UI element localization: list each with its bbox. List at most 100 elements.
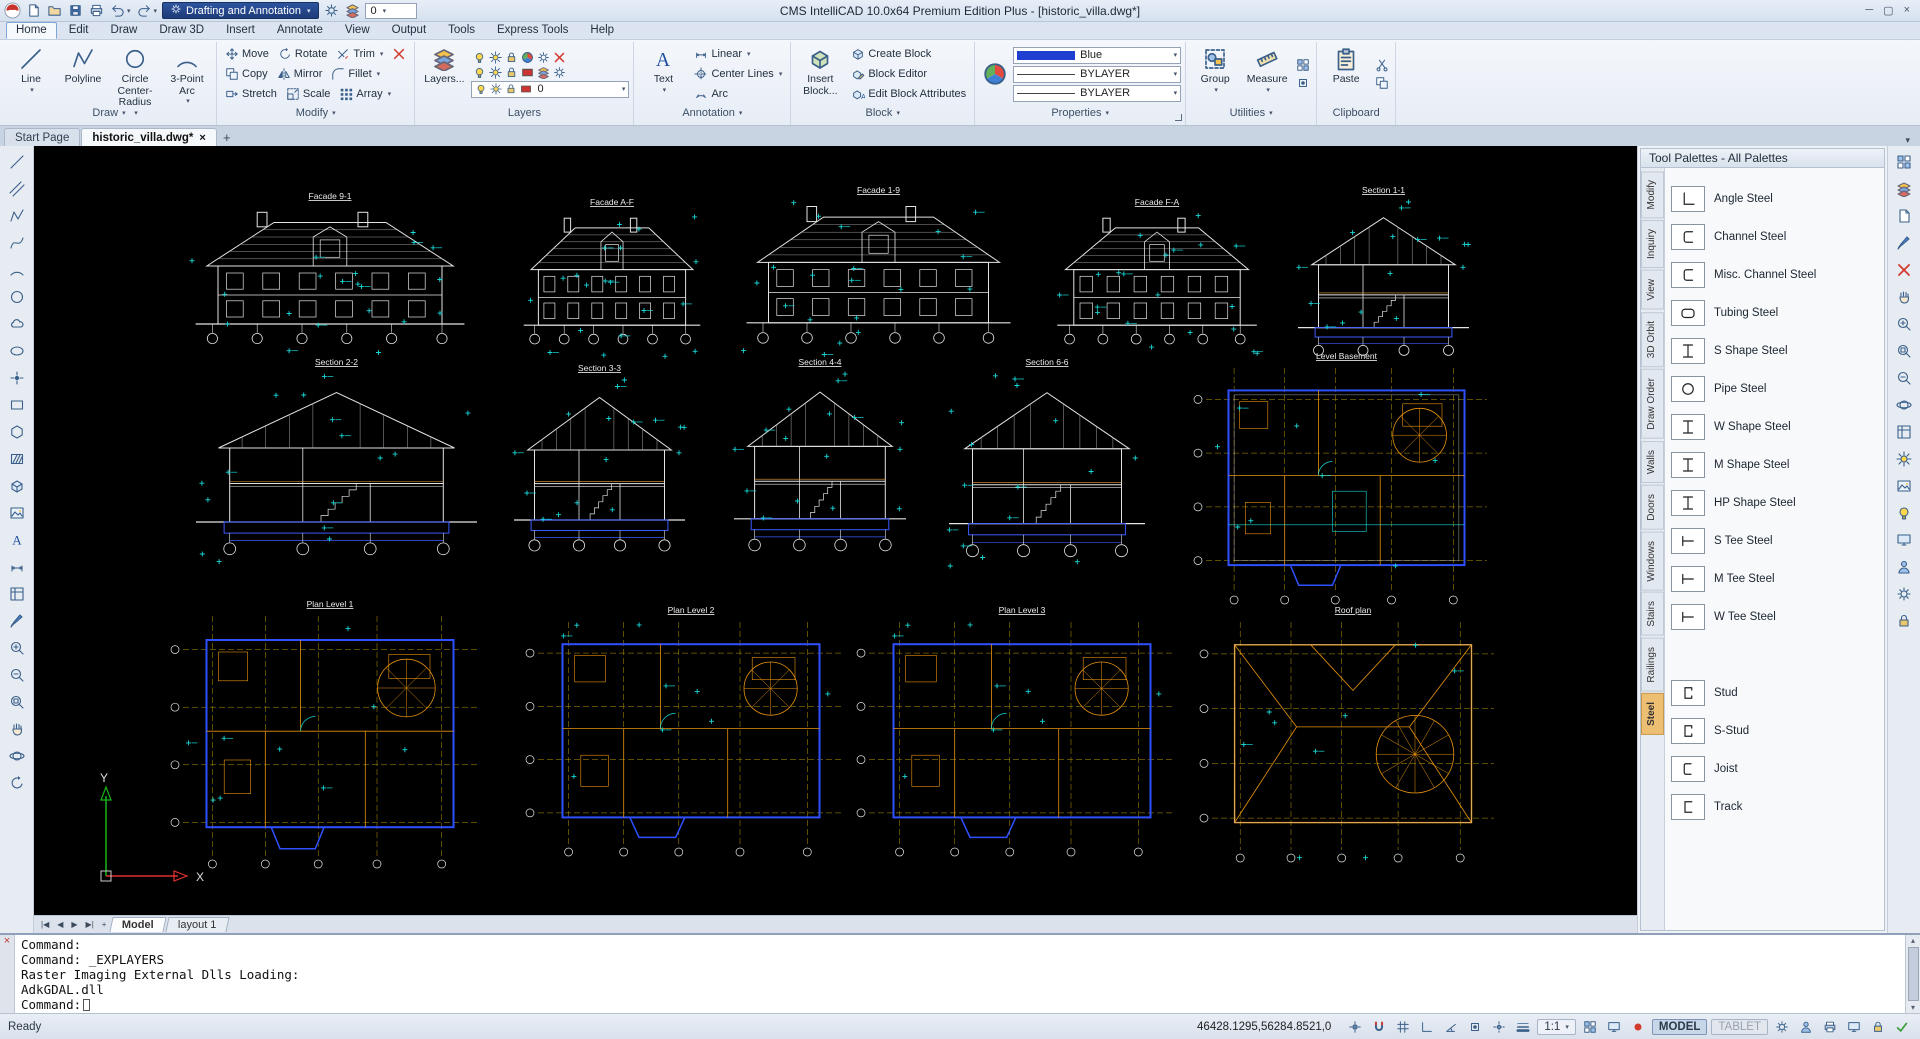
- redo-button[interactable]: ▾: [135, 2, 160, 19]
- dimension-tool[interactable]: [4, 554, 30, 579]
- polar-icon[interactable]: [1441, 1017, 1461, 1037]
- ribbon-button-create-block[interactable]: Create Block: [847, 45, 935, 64]
- command-scrollbar[interactable]: ▴ ▾: [1905, 935, 1920, 1013]
- ribbon-button-block-editor[interactable]: Block Editor: [847, 65, 931, 84]
- palette-item-misc-channel-steel[interactable]: Misc. Channel Steel: [1671, 256, 1878, 294]
- scroll-down-icon[interactable]: ▾: [1911, 1003, 1915, 1012]
- panel-properties-panel[interactable]: [1891, 149, 1917, 174]
- panel-render[interactable]: [1891, 446, 1917, 471]
- ribbon-button-trim[interactable]: Trim ▾: [332, 45, 387, 64]
- linetype-combo[interactable]: BYLAYER ▾: [1013, 65, 1182, 83]
- circle-tool[interactable]: [4, 284, 30, 309]
- palette-tab-modify[interactable]: Modify: [1641, 171, 1664, 219]
- lineweight-combo[interactable]: BYLAYER ▾: [1013, 84, 1182, 102]
- ribbon-button-text[interactable]: A Text ▾: [638, 43, 688, 105]
- palette-item-m-tee-steel[interactable]: M Tee Steel: [1671, 560, 1878, 598]
- ribbon-button-scale[interactable]: Scale: [282, 85, 335, 104]
- text-tool[interactable]: A: [4, 527, 30, 552]
- sheet-tab-layout-1[interactable]: layout 1: [165, 917, 230, 932]
- gear-icon[interactable]: [537, 51, 550, 64]
- palette-item-w-tee-steel[interactable]: W Tee Steel: [1671, 598, 1878, 636]
- palette-item-track[interactable]: Track: [1671, 788, 1878, 826]
- new-button[interactable]: [24, 2, 43, 19]
- panel-sheet-set-manager[interactable]: [1891, 203, 1917, 228]
- table-tool[interactable]: [4, 581, 30, 606]
- palette-tab-3d-orbit[interactable]: 3D Orbit: [1641, 311, 1664, 368]
- swatch-icon[interactable]: [521, 66, 534, 79]
- clean-screen-icon[interactable]: [1844, 1017, 1864, 1037]
- palette-tab-steel[interactable]: Steel: [1641, 693, 1664, 736]
- ribbon-button-mirror[interactable]: Mirror: [273, 65, 327, 84]
- palette-item-pipe-steel[interactable]: Pipe Steel: [1671, 370, 1878, 408]
- ribbon-button-insert-block[interactable]: Insert Block...: [795, 43, 845, 105]
- lock-icon[interactable]: [505, 66, 518, 79]
- bulb-icon[interactable]: [473, 66, 486, 79]
- erase-icon[interactable]: [553, 51, 566, 64]
- command-history[interactable]: Command: Command: _EXPLAYERS Raster Imagin…: [15, 935, 1905, 1013]
- drawing-canvas[interactable]: Facade 9-1 Facade A-F Facade 1-9 Facade F-A…: [34, 146, 1637, 915]
- color-wheel-icon[interactable]: [979, 43, 1011, 105]
- tab-list-chevron-icon[interactable]: ▾: [1899, 135, 1916, 146]
- menu-item-output[interactable]: Output: [382, 22, 437, 39]
- scroll-thumb[interactable]: [1907, 947, 1919, 1001]
- pan-tool[interactable]: [4, 716, 30, 741]
- regen-tool[interactable]: [4, 770, 30, 795]
- layers-icon[interactable]: [537, 66, 550, 79]
- point-tool[interactable]: [4, 365, 30, 390]
- annotation-scale-icon[interactable]: [1580, 1017, 1600, 1037]
- ribbon-button-arc[interactable]: Arc: [690, 85, 732, 104]
- first-sheet-button[interactable]: |◀: [38, 920, 52, 929]
- osnap-icon[interactable]: [1465, 1017, 1485, 1037]
- copy-icon[interactable]: [1375, 76, 1389, 90]
- palette-tab-view[interactable]: View: [1641, 270, 1664, 310]
- panel-zoom-window[interactable]: [1891, 338, 1917, 363]
- ribbon-group-label-annotation[interactable]: Annotation ▾: [638, 105, 786, 121]
- ribbon-button-fillet[interactable]: Fillet ▾: [327, 65, 384, 84]
- palette-item-tubing-steel[interactable]: Tubing Steel: [1671, 294, 1878, 332]
- palette-item-stud[interactable]: Stud: [1671, 674, 1878, 712]
- ribbon-group-label-properties[interactable]: Properties ▾: [979, 105, 1181, 121]
- ribbon-group-label-block[interactable]: Block ▾: [795, 105, 970, 121]
- menu-item-draw-3d[interactable]: Draw 3D: [149, 22, 214, 39]
- ribbon-button-linear[interactable]: Linear ▾: [690, 45, 754, 64]
- panel-pan[interactable]: [1891, 284, 1917, 309]
- minimize-button[interactable]: ─: [1865, 4, 1873, 17]
- brush-tool[interactable]: [4, 608, 30, 633]
- palette-tab-railings[interactable]: Railings: [1641, 637, 1664, 692]
- panel-named-views[interactable]: [1891, 419, 1917, 444]
- polyline-tool[interactable]: [4, 203, 30, 228]
- palette-tab-draw-order[interactable]: Draw Order: [1641, 369, 1664, 439]
- ribbon-group-label-modify[interactable]: Modify ▾: [221, 105, 410, 121]
- scroll-up-icon[interactable]: ▴: [1911, 936, 1915, 945]
- arc-tool[interactable]: [4, 257, 30, 282]
- ribbon-button-center-lines[interactable]: Center Lines ▾: [690, 65, 786, 84]
- lineweight-icon[interactable]: [1513, 1017, 1533, 1037]
- ribbon-button-rotate[interactable]: Rotate: [274, 45, 331, 64]
- color-combo[interactable]: Blue ▾: [1013, 46, 1182, 64]
- workspace-switch-icon[interactable]: [1628, 1017, 1648, 1037]
- ribbon-button-erase[interactable]: [388, 45, 410, 64]
- snap-icon[interactable]: [1369, 1017, 1389, 1037]
- lock-ui-icon[interactable]: [1868, 1017, 1888, 1037]
- menu-item-annotate[interactable]: Annotate: [267, 22, 333, 39]
- panel-settings[interactable]: [1891, 581, 1917, 606]
- rectangle-tool[interactable]: [4, 392, 30, 417]
- sun-icon[interactable]: [489, 65, 503, 79]
- palette-item-angle-steel[interactable]: Angle Steel: [1671, 180, 1878, 218]
- ribbon-button-layers[interactable]: Layers...: [419, 43, 469, 105]
- gear-icon[interactable]: [553, 66, 566, 79]
- zoom-window-tool[interactable]: [4, 689, 30, 714]
- palette-item-s-tee-steel[interactable]: S Tee Steel: [1671, 522, 1878, 560]
- zoom-in-tool[interactable]: [4, 635, 30, 660]
- ribbon-button-copy[interactable]: Copy: [221, 65, 272, 84]
- quick-layer-combo[interactable]: 0 ▾: [364, 2, 417, 19]
- palette-title[interactable]: Tool Palettes - All Palettes: [1640, 148, 1885, 168]
- panel-walk[interactable]: [1891, 554, 1917, 579]
- ribbon-group-label-draw[interactable]: Draw ▾: [6, 105, 212, 121]
- next-sheet-button[interactable]: ▶: [68, 920, 80, 929]
- doc-tab-historic-villa-dwg[interactable]: historic_villa.dwg* ×: [81, 128, 217, 146]
- palette-item-w-shape-steel[interactable]: W Shape Steel: [1671, 408, 1878, 446]
- orbit-tool[interactable]: [4, 743, 30, 768]
- model-space-button[interactable]: MODEL: [1651, 1018, 1708, 1035]
- palette-tab-doors[interactable]: Doors: [1641, 484, 1664, 530]
